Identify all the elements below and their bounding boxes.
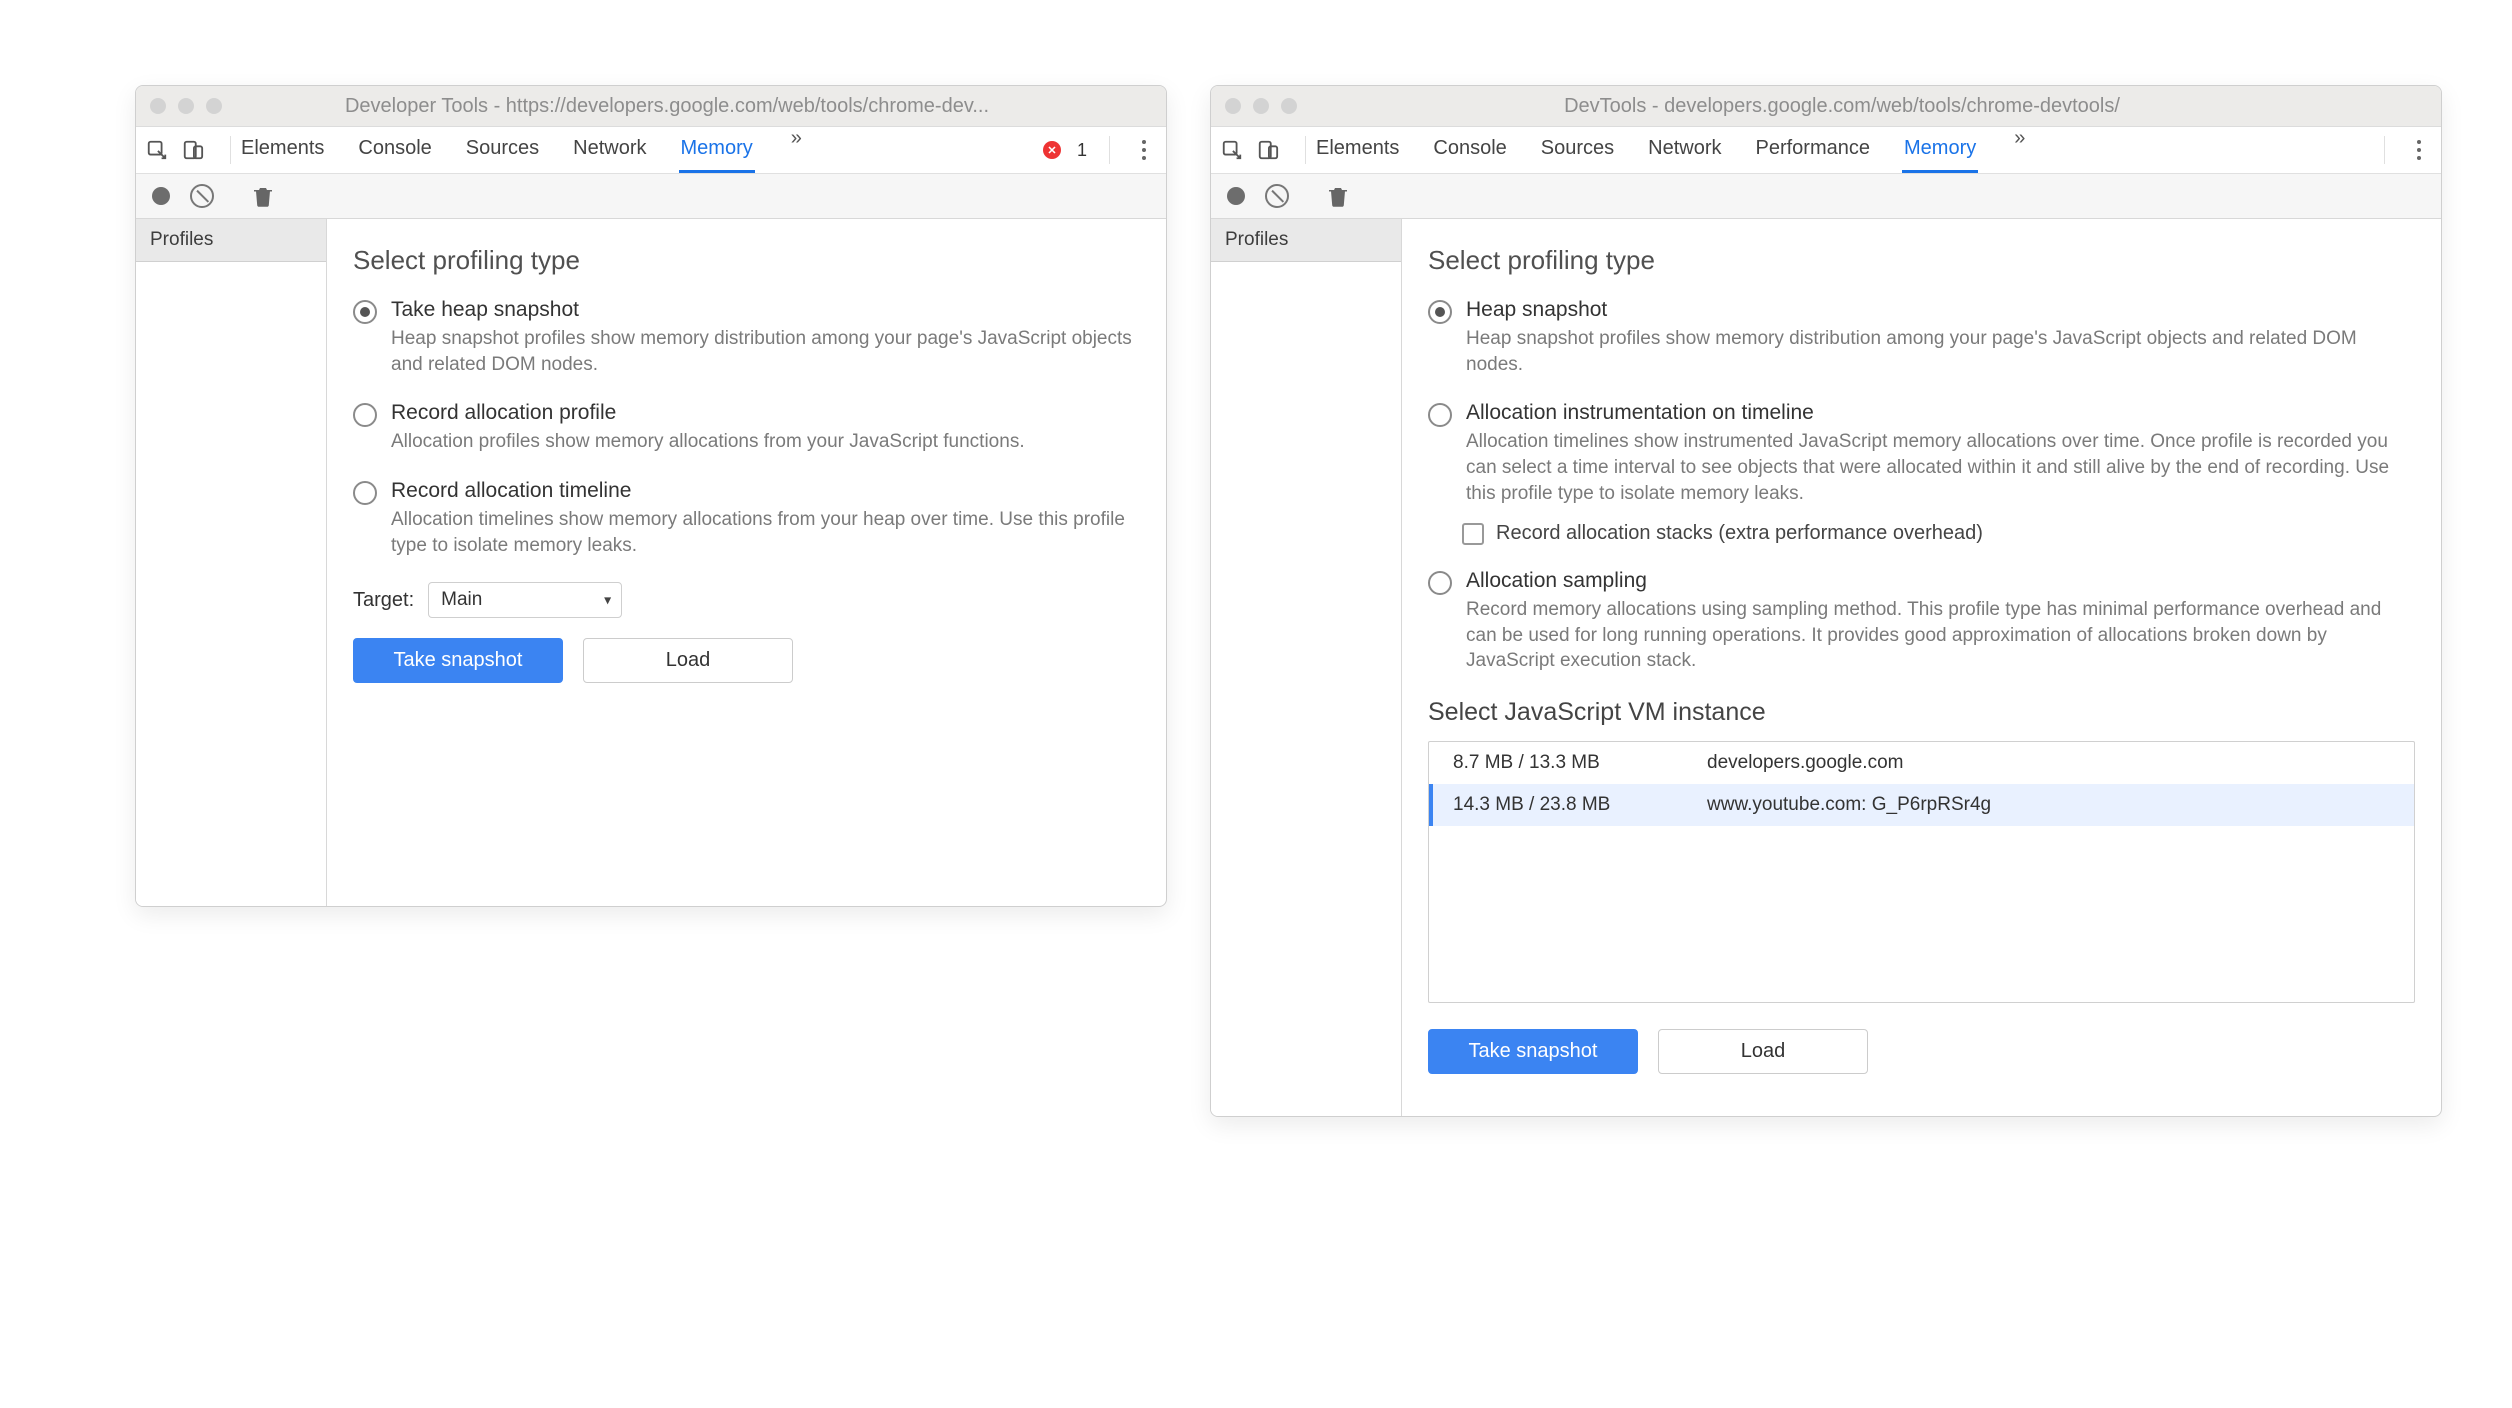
zoom-icon[interactable] — [206, 98, 222, 114]
checkbox-label: Record allocation stacks (extra performa… — [1496, 522, 1983, 545]
minimize-icon[interactable] — [178, 98, 194, 114]
section-title: Select profiling type — [1428, 245, 2415, 276]
divider — [1305, 136, 1306, 164]
option-desc: Allocation profiles show memory allocati… — [391, 429, 1140, 455]
tab-memory[interactable]: Memory — [679, 127, 755, 173]
radio-icon[interactable] — [353, 300, 377, 324]
tab-sources[interactable]: Sources — [1539, 127, 1616, 173]
minimize-icon[interactable] — [1253, 98, 1269, 114]
divider — [230, 136, 231, 164]
tab-console[interactable]: Console — [1431, 127, 1508, 173]
titlebar: DevTools - developers.google.com/web/too… — [1211, 86, 2441, 127]
option-title: Allocation sampling — [1466, 569, 2415, 593]
vm-instance-row[interactable]: 8.7 MB / 13.3 MB developers.google.com — [1429, 742, 2414, 784]
option-desc: Heap snapshot profiles show memory distr… — [1466, 326, 2415, 377]
tab-performance[interactable]: Performance — [1754, 127, 1873, 173]
radio-icon[interactable] — [1428, 571, 1452, 595]
option-heap-snapshot[interactable]: Take heap snapshot Heap snapshot profile… — [353, 298, 1140, 377]
option-title: Heap snapshot — [1466, 298, 2415, 322]
take-snapshot-button[interactable]: Take snapshot — [1428, 1029, 1638, 1074]
clear-icon[interactable] — [1265, 184, 1289, 208]
profiles-sidebar: Profiles — [136, 219, 327, 906]
tab-network[interactable]: Network — [1646, 127, 1723, 173]
traffic-lights — [1225, 98, 1297, 114]
take-snapshot-button[interactable]: Take snapshot — [353, 638, 563, 683]
memory-toolbar — [136, 174, 1166, 219]
divider — [2384, 136, 2385, 164]
radio-icon[interactable] — [353, 403, 377, 427]
section-title: Select profiling type — [353, 245, 1140, 276]
radio-icon[interactable] — [353, 481, 377, 505]
option-allocation-profile[interactable]: Record allocation profile Allocation pro… — [353, 401, 1140, 455]
kebab-menu-icon[interactable] — [1142, 148, 1146, 152]
clear-icon[interactable] — [190, 184, 214, 208]
option-heap-snapshot[interactable]: Heap snapshot Heap snapshot profiles sho… — [1428, 298, 2415, 377]
close-icon[interactable] — [150, 98, 166, 114]
option-desc: Heap snapshot profiles show memory distr… — [391, 326, 1140, 377]
radio-icon[interactable] — [1428, 300, 1452, 324]
more-tabs-icon[interactable]: » — [785, 127, 808, 173]
sidebar-header: Profiles — [1211, 219, 1401, 262]
option-desc: Allocation timelines show memory allocat… — [391, 507, 1140, 558]
garbage-collect-icon[interactable] — [254, 185, 272, 207]
record-icon[interactable] — [152, 187, 170, 205]
profiles-sidebar: Profiles — [1211, 219, 1402, 1116]
kebab-menu-icon[interactable] — [2417, 148, 2421, 152]
vm-name: www.youtube.com: G_P6rpRSr4g — [1683, 794, 1991, 816]
inspect-element-icon[interactable] — [1221, 139, 1243, 161]
inspect-element-icon[interactable] — [146, 139, 168, 161]
load-button[interactable]: Load — [583, 638, 793, 683]
option-allocation-instrumentation[interactable]: Allocation instrumentation on timeline A… — [1428, 401, 2415, 506]
tab-elements[interactable]: Elements — [239, 127, 326, 173]
divider — [1109, 136, 1110, 164]
vm-instance-list: 8.7 MB / 13.3 MB developers.google.com 1… — [1428, 741, 2415, 1003]
memory-toolbar — [1211, 174, 2441, 219]
tab-elements[interactable]: Elements — [1314, 127, 1401, 173]
checkbox-icon[interactable] — [1462, 523, 1484, 545]
close-icon[interactable] — [1225, 98, 1241, 114]
garbage-collect-icon[interactable] — [1329, 185, 1347, 207]
devtools-window-left: Developer Tools - https://developers.goo… — [135, 85, 1167, 907]
tab-console[interactable]: Console — [356, 127, 433, 173]
option-desc: Record memory allocations using sampling… — [1466, 597, 2415, 674]
vm-name: developers.google.com — [1683, 752, 1903, 774]
target-label: Target: — [353, 589, 414, 612]
devtools-tabs: Elements Console Sources Network Perform… — [1211, 127, 2441, 174]
error-count[interactable]: 1 — [1077, 140, 1087, 161]
option-title: Take heap snapshot — [391, 298, 1140, 322]
option-allocation-timeline[interactable]: Record allocation timeline Allocation ti… — [353, 479, 1140, 558]
option-desc: Allocation timelines show instrumented J… — [1466, 429, 2415, 506]
titlebar: Developer Tools - https://developers.goo… — [136, 86, 1166, 127]
toggle-device-icon[interactable] — [1257, 139, 1279, 161]
tab-network[interactable]: Network — [571, 127, 648, 173]
tab-memory[interactable]: Memory — [1902, 127, 1978, 173]
vm-size: 14.3 MB / 23.8 MB — [1433, 794, 1683, 816]
window-title: DevTools - developers.google.com/web/too… — [1317, 95, 2427, 118]
window-title: Developer Tools - https://developers.goo… — [242, 95, 1152, 118]
record-icon[interactable] — [1227, 187, 1245, 205]
memory-main: Select profiling type Take heap snapshot… — [327, 219, 1166, 906]
error-indicator-icon[interactable] — [1043, 141, 1061, 159]
sidebar-header: Profiles — [136, 219, 326, 262]
load-button[interactable]: Load — [1658, 1029, 1868, 1074]
option-title: Record allocation timeline — [391, 479, 1140, 503]
devtools-window-right: DevTools - developers.google.com/web/too… — [1210, 85, 2442, 1117]
vm-size: 8.7 MB / 13.3 MB — [1429, 752, 1683, 774]
target-select[interactable]: Main — [428, 582, 622, 618]
toggle-device-icon[interactable] — [182, 139, 204, 161]
vm-instance-row[interactable]: 14.3 MB / 23.8 MB www.youtube.com: G_P6r… — [1429, 784, 2414, 826]
option-allocation-sampling[interactable]: Allocation sampling Record memory alloca… — [1428, 569, 2415, 674]
option-title: Allocation instrumentation on timeline — [1466, 401, 2415, 425]
vm-heading: Select JavaScript VM instance — [1428, 698, 2415, 727]
radio-icon[interactable] — [1428, 403, 1452, 427]
traffic-lights — [150, 98, 222, 114]
more-tabs-icon[interactable]: » — [2008, 127, 2031, 173]
memory-main: Select profiling type Heap snapshot Heap… — [1402, 219, 2441, 1116]
option-title: Record allocation profile — [391, 401, 1140, 425]
zoom-icon[interactable] — [1281, 98, 1297, 114]
devtools-tabs: Elements Console Sources Network Memory … — [136, 127, 1166, 174]
record-allocation-stacks-checkbox[interactable]: Record allocation stacks (extra performa… — [1462, 522, 2415, 545]
tab-sources[interactable]: Sources — [464, 127, 541, 173]
